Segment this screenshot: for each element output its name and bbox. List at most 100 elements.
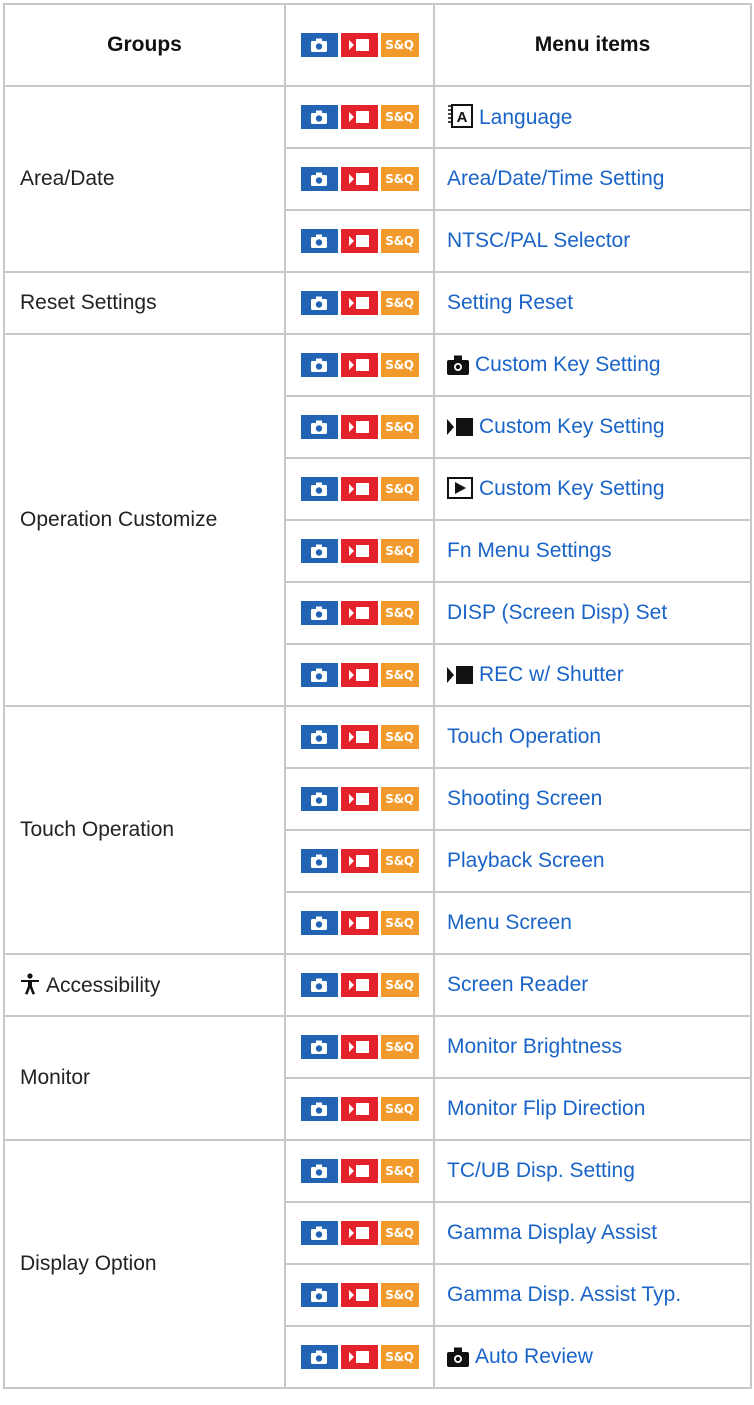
group-label: Area/Date <box>20 167 115 190</box>
mode-badges: S&Q <box>300 229 419 254</box>
mode-cell: S&Q <box>284 705 435 769</box>
photo-mode-icon <box>300 477 338 502</box>
movie-mode-icon <box>340 1345 378 1370</box>
menu-item-label: Touch Operation <box>447 725 602 748</box>
menu-item-label: Custom Key Setting <box>475 353 661 376</box>
movie-icon <box>447 663 479 686</box>
movie-mode-icon <box>340 229 378 254</box>
photo-mode-icon <box>300 33 338 58</box>
menu-item-link[interactable]: DISP (Screen Disp) Set <box>447 601 667 624</box>
sq-mode-icon: S&Q <box>380 1345 419 1370</box>
menu-item-link[interactable]: NTSC/PAL Selector <box>447 229 630 252</box>
mode-cell: S&Q <box>284 829 435 893</box>
menu-item-cell: Custom Key Setting <box>433 457 752 521</box>
menu-item-link[interactable]: Gamma Display Assist <box>447 1221 657 1244</box>
mode-badges: S&Q <box>300 787 419 812</box>
photo-mode-icon <box>300 291 338 316</box>
mode-cell: S&Q <box>284 1077 435 1141</box>
sq-mode-icon: S&Q <box>380 1097 419 1122</box>
mode-cell: S&Q <box>284 395 435 459</box>
menu-item-link[interactable]: Playback Screen <box>447 849 605 872</box>
mode-badges: S&Q <box>300 911 419 936</box>
group-label: Display Option <box>20 1252 157 1275</box>
group-label: Monitor <box>20 1066 91 1089</box>
sq-mode-icon: S&Q <box>380 601 419 626</box>
menu-item-link[interactable]: Fn Menu Settings <box>447 539 612 562</box>
photo-mode-icon <box>300 415 338 440</box>
photo-mode-icon <box>300 1097 338 1122</box>
mode-badges: S&Q <box>300 167 419 192</box>
menu-item-link[interactable]: TC/UB Disp. Setting <box>447 1159 635 1182</box>
menu-item-link[interactable]: Custom Key Setting <box>447 477 665 500</box>
movie-mode-icon <box>340 787 378 812</box>
mode-cell: S&Q <box>284 147 435 211</box>
menu-item-cell: Custom Key Setting <box>433 333 752 397</box>
photo-mode-icon <box>300 1035 338 1060</box>
table-row: Touch Operation S&Q Touch Operation <box>3 705 752 955</box>
menu-item-link[interactable]: REC w/ Shutter <box>447 663 624 686</box>
mode-cell: S&Q <box>284 333 435 397</box>
menu-item-label: Custom Key Setting <box>479 477 665 500</box>
movie-mode-icon <box>340 1221 378 1246</box>
movie-mode-icon <box>340 167 378 192</box>
menu-item-cell: Shooting Screen <box>433 767 752 831</box>
menu-item-link[interactable]: Screen Reader <box>447 973 588 996</box>
mode-badges: S&Q <box>300 1283 419 1308</box>
menu-item-cell: Playback Screen <box>433 829 752 893</box>
mode-badges: S&Q <box>300 539 419 564</box>
mode-badges: S&Q <box>300 1221 419 1246</box>
menu-item-link[interactable]: Monitor Flip Direction <box>447 1097 645 1120</box>
menu-item-label: Area/Date/Time Setting <box>447 167 665 190</box>
menu-item-link[interactable]: Menu Screen <box>447 911 572 934</box>
movie-mode-icon <box>340 33 378 58</box>
group-label: Reset Settings <box>20 291 157 314</box>
menu-item-link[interactable]: Custom Key Setting <box>447 415 665 438</box>
sq-mode-icon: S&Q <box>380 33 419 58</box>
movie-mode-icon <box>340 415 378 440</box>
movie-mode-icon <box>340 105 378 130</box>
sq-mode-icon: S&Q <box>380 663 419 688</box>
mode-badges: S&Q <box>300 973 419 998</box>
menu-item-link[interactable]: Monitor Brightness <box>447 1035 622 1058</box>
mode-cell: S&Q <box>284 519 435 583</box>
table-row: Accessibility S&Q Screen Reader <box>3 953 752 1017</box>
mode-badges: S&Q <box>300 105 419 130</box>
menu-item-link[interactable]: Setting Reset <box>447 291 573 314</box>
menu-item-label: Setting Reset <box>447 291 574 314</box>
movie-mode-icon <box>340 353 378 378</box>
mode-cell: S&Q <box>284 767 435 831</box>
menu-item-link[interactable]: Auto Review <box>447 1345 593 1368</box>
sq-mode-icon: S&Q <box>380 1159 419 1184</box>
menu-item-link[interactable]: Area/Date/Time Setting <box>447 167 665 190</box>
sq-mode-icon: S&Q <box>380 1221 419 1246</box>
menu-item-label: Screen Reader <box>447 973 589 996</box>
sq-mode-icon: S&Q <box>380 105 419 130</box>
menu-items-table: Groups S&Q Menu items Area/Date S&Q A Langu… <box>3 3 752 1389</box>
menu-item-label: Gamma Disp. Assist Typ. <box>447 1283 682 1306</box>
menu-item-label: Fn Menu Settings <box>447 539 612 562</box>
menu-item-link[interactable]: A Language <box>447 104 572 129</box>
movie-mode-icon <box>340 1283 378 1308</box>
table-row: Area/Date S&Q A Language <box>3 85 752 273</box>
mode-badges: S&Q <box>300 415 419 440</box>
sq-mode-icon: S&Q <box>380 229 419 254</box>
menu-item-link[interactable]: Shooting Screen <box>447 787 602 810</box>
group-cell: Accessibility <box>3 953 286 1017</box>
mode-cell: S&Q <box>284 271 435 335</box>
menu-item-label: Monitor Brightness <box>447 1035 623 1058</box>
menu-item-cell: Monitor Flip Direction <box>433 1077 752 1141</box>
mode-cell: S&Q <box>284 953 435 1017</box>
mode-cell: S&Q <box>284 209 435 273</box>
menu-item-label: Auto Review <box>475 1345 593 1368</box>
sq-mode-icon: S&Q <box>380 539 419 564</box>
photo-mode-icon <box>300 911 338 936</box>
group-cell: Display Option <box>3 1139 286 1389</box>
menu-item-link[interactable]: Gamma Disp. Assist Typ. <box>447 1283 681 1306</box>
photo-mode-icon <box>300 1345 338 1370</box>
movie-mode-icon <box>340 973 378 998</box>
movie-mode-icon <box>340 911 378 936</box>
menu-item-link[interactable]: Custom Key Setting <box>447 353 661 376</box>
mode-cell: S&Q <box>284 581 435 645</box>
menu-item-link[interactable]: Touch Operation <box>447 725 601 748</box>
menu-item-cell: Touch Operation <box>433 705 752 769</box>
